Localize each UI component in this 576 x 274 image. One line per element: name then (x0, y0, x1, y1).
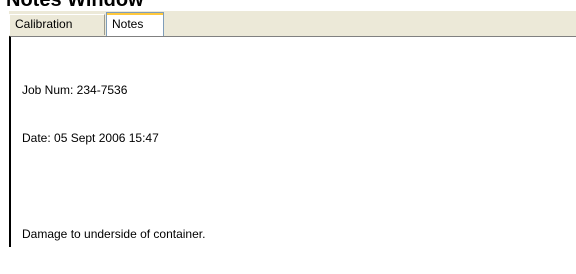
job-number-line: Job Num: 234-7536 (22, 83, 128, 97)
tab-calibration[interactable]: Calibration (9, 14, 105, 35)
notes-text-area[interactable]: Job Num: 234-7536 Date: 05 Sept 2006 15:… (22, 50, 562, 274)
notes-panel[interactable]: Job Num: 234-7536 Date: 05 Sept 2006 15:… (9, 36, 576, 247)
date-line: Date: 05 Sept 2006 15:47 (22, 131, 159, 145)
tab-strip: Calibration Notes (9, 11, 576, 37)
comment-line: Damage to underside of container. (22, 227, 206, 241)
window-heading: Notes Window (6, 0, 144, 10)
tab-notes[interactable]: Notes (106, 12, 164, 36)
